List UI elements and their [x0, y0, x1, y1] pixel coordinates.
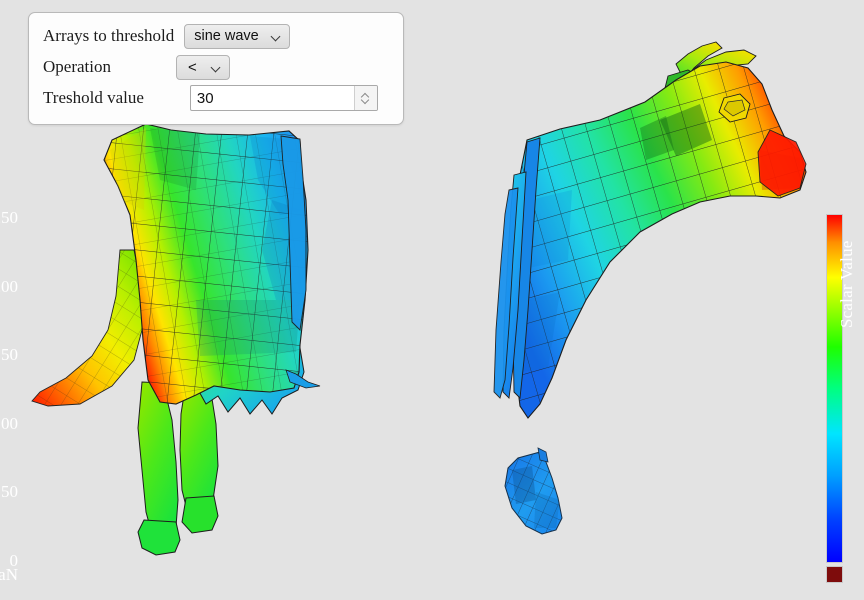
- threshold-value-label: Treshold value: [43, 88, 154, 108]
- scalar-tick-200: 200: [0, 278, 18, 295]
- arrays-to-threshold-field: sine wave: [184, 24, 289, 49]
- scalar-tick-100: 100: [0, 415, 18, 432]
- operation-value: <: [188, 59, 197, 76]
- cow-body-rear-actor[interactable]: [32, 110, 330, 555]
- nan-color-swatch: [826, 566, 843, 583]
- nan-label: NaN: [0, 566, 18, 583]
- cow-hind-leg-far: [138, 382, 178, 536]
- cow-fragment-actor[interactable]: [500, 445, 570, 540]
- scalar-tick-150: 150: [0, 346, 18, 363]
- chevron-down-icon[interactable]: [361, 98, 370, 104]
- cow-hoof-near: [182, 496, 218, 533]
- cow-fragment-wireframe: [500, 445, 570, 540]
- cow-tail-wireframe: [32, 250, 142, 406]
- chevron-down-icon: [271, 31, 282, 42]
- arrays-to-threshold-value: sine wave: [194, 28, 258, 44]
- operation-row: Operation <: [43, 52, 393, 82]
- arrays-to-threshold-label: Arrays to threshold: [43, 26, 184, 46]
- cow-head-neck-actor[interactable]: [494, 42, 820, 435]
- application-window: 250 200 150 100 50 0 Scalar Value NaN Ar…: [0, 0, 864, 600]
- operation-field: <: [176, 55, 230, 80]
- threshold-value-stepper[interactable]: [354, 86, 377, 110]
- cow-hoof-far: [138, 520, 180, 555]
- chevron-down-icon: [211, 62, 222, 73]
- arrays-to-threshold-dropdown[interactable]: sine wave: [184, 24, 289, 49]
- threshold-value-field: [190, 85, 378, 111]
- threshold-value-input[interactable]: [191, 86, 354, 110]
- scalar-bar-title: Scalar Value: [837, 240, 857, 328]
- operation-dropdown[interactable]: <: [176, 55, 230, 80]
- scalar-tick-250: 250: [0, 209, 18, 226]
- threshold-control-panel: Arrays to threshold sine wave Operation …: [28, 12, 404, 125]
- cow-muzzle: [758, 130, 806, 196]
- threshold-value-spinbox[interactable]: [190, 85, 378, 111]
- arrays-to-threshold-row: Arrays to threshold sine wave: [43, 21, 393, 51]
- operation-label: Operation: [43, 57, 121, 77]
- threshold-value-row: Treshold value: [43, 83, 393, 113]
- cow-head-wireframe: [500, 55, 820, 435]
- scalar-tick-50: 50: [1, 483, 18, 500]
